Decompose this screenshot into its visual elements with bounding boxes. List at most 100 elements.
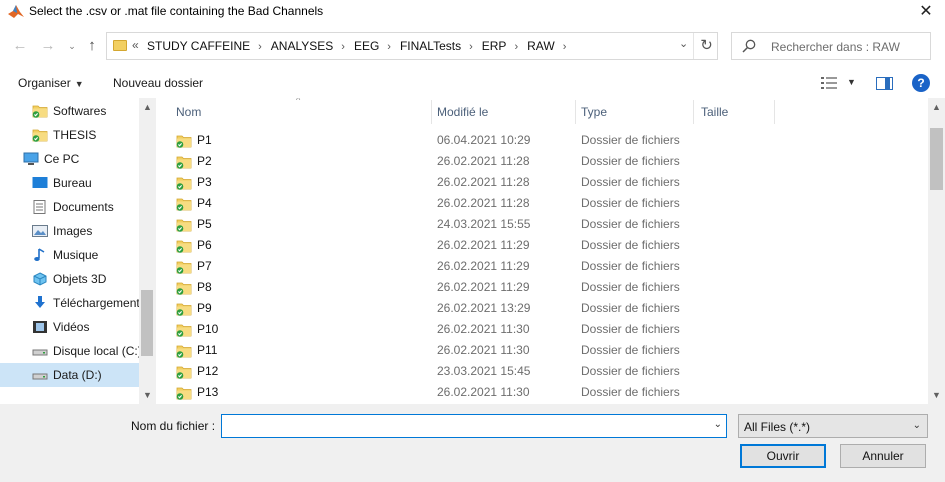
file-type: Dossier de fichiers	[581, 364, 680, 378]
breadcrumb-item[interactable]: STUDY CAFFEINE	[147, 39, 250, 53]
breadcrumb-overflow[interactable]: «	[132, 38, 139, 52]
nav-item[interactable]: THESIS	[0, 123, 140, 147]
scroll-up-arrow[interactable]: ▲	[928, 102, 945, 112]
open-button[interactable]: Ouvrir	[740, 444, 826, 468]
search-input[interactable]: Rechercher dans : RAW	[731, 32, 931, 60]
file-modified: 23.03.2021 15:45	[437, 364, 531, 378]
nav-item[interactable]: Images	[0, 219, 140, 243]
file-modified: 26.02.2021 13:29	[437, 301, 531, 315]
nav-item[interactable]: Softwares	[0, 99, 140, 123]
back-button[interactable]: ←	[10, 36, 30, 56]
file-type: Dossier de fichiers	[581, 154, 680, 168]
column-header-name[interactable]: Nom	[164, 98, 431, 126]
nav-item[interactable]: Téléchargement	[0, 291, 140, 315]
nav-item[interactable]: Documents	[0, 195, 140, 219]
scroll-thumb[interactable]	[141, 290, 153, 356]
folder-icon	[32, 128, 48, 142]
file-name: P4	[197, 196, 212, 210]
file-row[interactable]: P1 06.04.2021 10:29 Dossier de fichiers	[164, 130, 927, 151]
folder-icon	[176, 344, 192, 358]
file-row[interactable]: P3 26.02.2021 11:28 Dossier de fichiers	[164, 172, 927, 193]
breadcrumb-separator-icon[interactable]: ›	[258, 41, 262, 53]
file-modified: 26.02.2021 11:30	[437, 322, 530, 336]
column-header-size[interactable]: Taille	[689, 98, 773, 126]
breadcrumb-item[interactable]: RAW	[527, 39, 555, 53]
file-modified: 06.04.2021 10:29	[437, 133, 531, 147]
file-row[interactable]: P5 24.03.2021 15:55 Dossier de fichiers	[164, 214, 927, 235]
file-row[interactable]: P9 26.02.2021 13:29 Dossier de fichiers	[164, 298, 927, 319]
nav-item-label: Téléchargement	[53, 296, 140, 310]
file-row[interactable]: P7 26.02.2021 11:29 Dossier de fichiers	[164, 256, 927, 277]
file-row[interactable]: P11 26.02.2021 11:30 Dossier de fichiers	[164, 340, 927, 361]
file-type: Dossier de fichiers	[581, 217, 680, 231]
file-row[interactable]: P2 26.02.2021 11:28 Dossier de fichiers	[164, 151, 927, 172]
breadcrumb-separator-icon[interactable]: ›	[387, 41, 391, 53]
breadcrumb-item[interactable]: ANALYSES	[271, 39, 333, 53]
nav-item[interactable]: Data (D:)	[0, 363, 140, 387]
filename-input[interactable]	[222, 415, 702, 437]
file-row[interactable]: P12 23.03.2021 15:45 Dossier de fichiers	[164, 361, 927, 382]
filename-combobox[interactable]: ⌄	[221, 414, 727, 438]
nav-item[interactable]: Objets 3D	[0, 267, 140, 291]
folder-icon	[176, 134, 192, 148]
scroll-down-arrow[interactable]: ▼	[139, 390, 156, 400]
column-header-modified[interactable]: Modifié le	[425, 98, 569, 126]
file-type: Dossier de fichiers	[581, 238, 680, 252]
breadcrumb-separator-icon[interactable]: ›	[341, 41, 345, 53]
breadcrumb-item[interactable]: EEG	[354, 39, 379, 53]
column-header-type[interactable]: Type	[569, 98, 693, 126]
nav-item[interactable]: Ce PC	[0, 147, 140, 171]
up-button[interactable]: ↑	[82, 36, 102, 56]
address-bar[interactable]: « STUDY CAFFEINE › ANALYSES › EEG › FINALTests…	[106, 32, 718, 60]
matlab-icon	[8, 5, 24, 18]
nav-item[interactable]: Disque local (C:)	[0, 339, 142, 363]
file-name: P3	[197, 175, 212, 189]
folder-icon	[176, 302, 192, 316]
file-row[interactable]: P6 26.02.2021 11:29 Dossier de fichiers	[164, 235, 927, 256]
folder-icon	[113, 40, 127, 51]
view-options-icon[interactable]	[821, 77, 837, 89]
preview-pane-icon[interactable]	[876, 77, 893, 90]
nav-scrollbar[interactable]: ▲ ▼	[139, 98, 156, 404]
folder-icon	[176, 218, 192, 232]
nav-item[interactable]: Musique	[0, 243, 140, 267]
breadcrumb-separator-icon[interactable]: ›	[563, 41, 567, 53]
breadcrumb-item[interactable]: FINALTests	[400, 39, 461, 53]
close-button[interactable]: ✕	[913, 0, 939, 24]
scroll-up-arrow[interactable]: ▲	[139, 102, 156, 112]
nav-item[interactable]: Vidéos	[0, 315, 140, 339]
file-row[interactable]: P4 26.02.2021 11:28 Dossier de fichiers	[164, 193, 927, 214]
new-folder-button[interactable]: Nouveau dossier	[113, 76, 203, 90]
file-name: P1	[197, 133, 212, 147]
refresh-button[interactable]: ↻	[693, 33, 719, 59]
file-list-scrollbar[interactable]: ▲ ▼	[928, 98, 945, 404]
breadcrumb-separator-icon[interactable]: ›	[514, 41, 518, 53]
file-row[interactable]: P13 26.02.2021 11:30 Dossier de fichiers	[164, 382, 927, 403]
help-icon[interactable]: ?	[912, 74, 930, 92]
organize-button[interactable]: Organiser ▼	[18, 76, 84, 90]
file-row[interactable]: P10 26.02.2021 11:30 Dossier de fichiers	[164, 319, 927, 340]
file-modified: 24.03.2021 15:55	[437, 217, 531, 231]
chevron-down-icon[interactable]: ⌄	[679, 37, 688, 50]
nav-item[interactable]: Bureau	[0, 171, 140, 195]
forward-button[interactable]: →	[38, 36, 58, 56]
objects3d-icon	[32, 272, 48, 286]
column-divider[interactable]	[774, 100, 775, 124]
file-modified: 26.02.2021 11:28	[437, 154, 530, 168]
title-bar: Select the .csv or .mat file containing …	[0, 0, 945, 24]
file-type: Dossier de fichiers	[581, 385, 680, 399]
breadcrumb-item[interactable]: ERP	[482, 39, 507, 53]
breadcrumb-separator-icon[interactable]: ›	[469, 41, 473, 53]
file-row[interactable]: P8 26.02.2021 11:29 Dossier de fichiers	[164, 277, 927, 298]
file-name: P11	[197, 343, 218, 357]
file-type-select[interactable]: All Files (*.*) ⌄	[738, 414, 928, 438]
chevron-down-icon[interactable]: ⌄	[714, 419, 722, 430]
file-name: P5	[197, 217, 212, 231]
scroll-down-arrow[interactable]: ▼	[928, 390, 945, 400]
recent-locations-dropdown[interactable]: ⌄	[62, 36, 82, 56]
filename-label: Nom du fichier :	[131, 419, 216, 433]
file-modified: 26.02.2021 11:28	[437, 175, 530, 189]
cancel-button[interactable]: Annuler	[840, 444, 926, 468]
scroll-thumb[interactable]	[930, 128, 943, 190]
view-dropdown-icon[interactable]: ▼	[847, 77, 856, 87]
